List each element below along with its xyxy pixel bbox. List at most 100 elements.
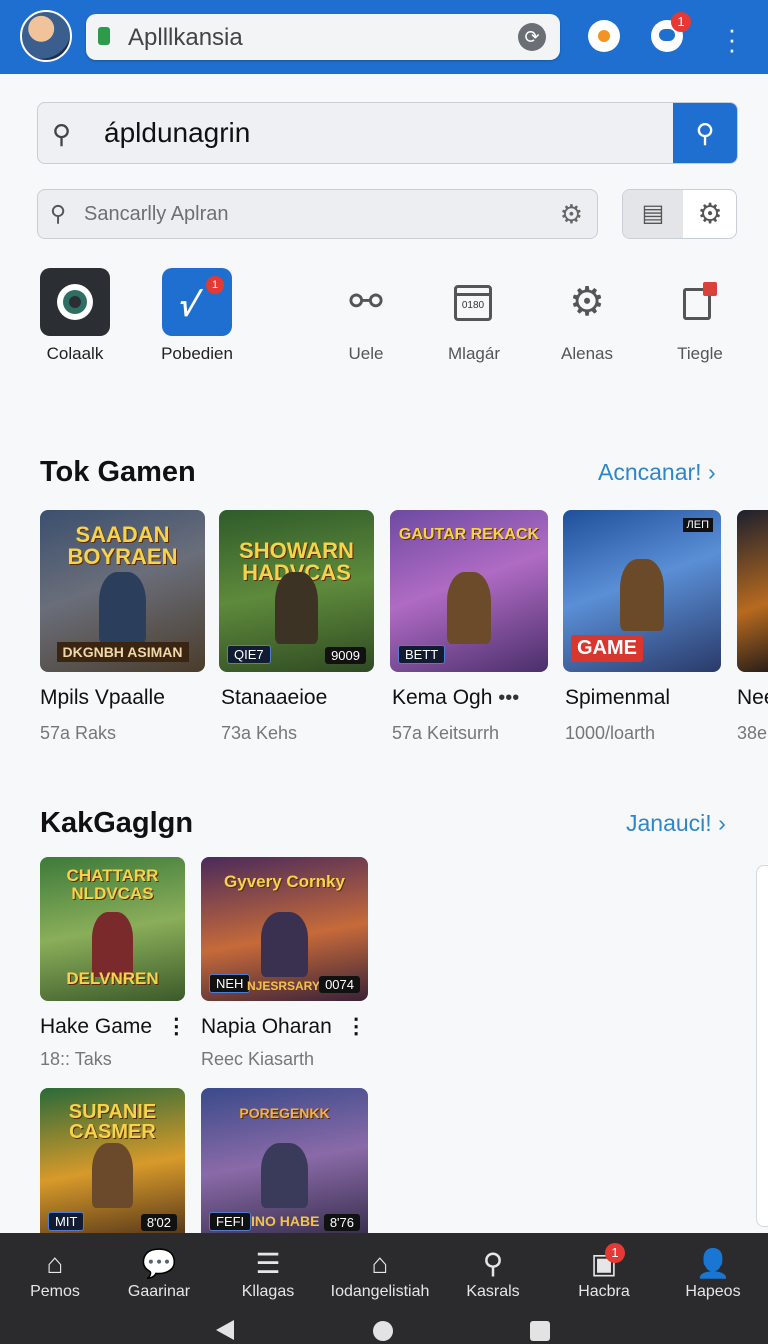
game-thumbnail: CHATTARR NLDVCAS DELVNREN <box>40 857 185 1001</box>
shortcut-badge: 1 <box>206 276 224 294</box>
list-icon: ☰ <box>255 1248 281 1279</box>
game-thumbnail: Gyvery Cornky NEH NJESRSARY 0074 <box>201 857 368 1001</box>
game-card[interactable]: SUPANIE CASMER MIT 8'02 <box>40 1088 185 1233</box>
home-button-icon[interactable] <box>373 1321 393 1341</box>
back-icon[interactable] <box>216 1320 234 1340</box>
address-bar[interactable]: Aplllkansia ⟳ <box>86 14 560 60</box>
view-toggle-group: ▤ ⚙ <box>622 189 737 239</box>
game-card[interactable]: Nee 38e <box>737 510 768 743</box>
shortcut-label: Colaalk <box>46 344 104 363</box>
game-card[interactable]: GAME ЛЕП Spimenmal 1000/loarth <box>563 510 721 743</box>
gear-icon: ⚙ <box>569 280 605 324</box>
game-subtitle: 38e <box>737 723 768 743</box>
nav-item-kasrals[interactable]: ⚲ Kasrals <box>438 1233 548 1311</box>
more-menu-icon[interactable]: · · · <box>726 16 738 62</box>
search-submit-button[interactable]: ⚲ <box>673 103 737 163</box>
search-icon: ⚲ <box>52 119 72 149</box>
shortcut-mlagar[interactable]: 0180 Mlagár <box>419 268 529 364</box>
more-options-icon[interactable]: ⋮ <box>166 1015 187 1038</box>
game-title: Mpils Vpaalle <box>40 686 165 709</box>
game-card[interactable]: SHOWARN HADVCAS QIE7 9009 Stanaaeioe 73a… <box>219 510 374 743</box>
game-thumbnail: POREGENKK FEFI INO HABE 8'76 <box>201 1088 368 1233</box>
game-thumbnail: GAUTAR REKACK BETT <box>390 510 548 672</box>
nav-item-kllagas[interactable]: ☰ Kllagas <box>213 1233 323 1311</box>
bottom-navigation: ⌂ Pemos 💬 Gaarinar ☰ Kllagas ⌂ Iodangeli… <box>0 1233 768 1311</box>
nav-item-iodangelistiah[interactable]: ⌂ Iodangelistiah <box>322 1233 438 1311</box>
nav-item-hacbra[interactable]: ▣ 1 Hacbra <box>549 1233 659 1311</box>
settings-gear-icon[interactable]: ⚙ <box>683 190 736 238</box>
main-search-bar[interactable]: ⚲ ápldunagrin ⚲ <box>37 102 738 164</box>
link-icon: ⚯ <box>349 280 383 324</box>
game-title: Hake Game ⋮ <box>40 1015 187 1038</box>
top-app-bar: Aplllkansia ⟳ 1 · · · <box>0 0 768 74</box>
game-card[interactable]: Gyvery Cornky NEH NJESRSARY 0074 Napia O… <box>201 857 368 1069</box>
shortcut-colaalk[interactable]: Colaalk <box>20 268 130 364</box>
home-icon: ⌂ <box>46 1248 64 1279</box>
game-title: Spimenmal <box>565 686 671 709</box>
chat-icon[interactable]: 1 <box>651 12 691 52</box>
more-options-icon[interactable]: ••• <box>498 687 519 709</box>
game-card[interactable]: SAADAN BOYRAEN DKGNBH ASIMAN Mpils Vpaal… <box>40 510 205 743</box>
section-title-kakgaglgn: KakGaglgn <box>40 807 194 839</box>
clipboard-icon[interactable]: ▤ <box>623 190 683 238</box>
nav-item-hapeos[interactable]: 👤 Hapeos <box>658 1233 768 1311</box>
more-options-icon[interactable]: ⋮ <box>346 1015 367 1038</box>
game-card[interactable]: POREGENKK FEFI INO HABE 8'76 <box>201 1088 368 1233</box>
game-thumbnail <box>737 510 768 672</box>
see-all-link-top-games[interactable]: Acncanar! › <box>598 459 716 486</box>
section-title-top-games: Tok Gamen <box>40 456 196 488</box>
game-card[interactable]: GAUTAR REKACK BETT Kema Ogh ••• 57a Keit… <box>390 510 548 743</box>
game-title: Kema Ogh ••• <box>392 686 520 709</box>
shortcut-uele[interactable]: ⚯ Uele <box>311 268 421 364</box>
search-placeholder: Sancarlly Aplran <box>84 203 229 225</box>
game-thumbnail: SHOWARN HADVCAS QIE7 9009 <box>219 510 374 672</box>
game-title: Nee <box>737 686 768 709</box>
calendar-icon: 0180 <box>439 268 509 336</box>
shortcut-label: Alenas <box>561 344 613 363</box>
nav-badge: 1 <box>605 1243 625 1263</box>
game-title: Stanaaeioe <box>221 686 328 709</box>
shortcut-label: Uele <box>348 344 384 363</box>
game-subtitle: 18:: Taks <box>40 1049 112 1069</box>
status-dot-icon[interactable] <box>588 20 620 52</box>
game-subtitle: Reec Kiasarth <box>201 1049 315 1069</box>
edit-document-icon <box>665 268 735 336</box>
person-icon: 👤 <box>695 1248 731 1279</box>
shortcut-tiegle[interactable]: Tiegle <box>645 268 755 364</box>
secondary-search-field[interactable]: ⚲ Sancarlly Aplran ⚙ <box>37 189 598 239</box>
search-input[interactable]: ápldunagrin <box>104 117 250 149</box>
nav-item-gaarinar[interactable]: 💬 Gaarinar <box>104 1233 214 1311</box>
shortcut-alenas[interactable]: ⚙ Alenas <box>532 268 642 364</box>
gear-icon[interactable]: ⚙ <box>560 199 583 230</box>
shortcut-label: Mlagár <box>448 344 500 363</box>
notification-badge: 1 <box>671 12 691 32</box>
search-icon: ⚲ <box>482 1248 504 1279</box>
game-subtitle: 57a Keitsurrh <box>392 723 500 743</box>
game-title: Napia Oharan ⋮ <box>201 1015 367 1038</box>
chevron-right-icon: › <box>718 810 726 836</box>
avatar[interactable] <box>20 10 72 62</box>
message-icon: ▣ 1 <box>549 1243 659 1281</box>
address-text: Aplllkansia <box>128 24 243 51</box>
chevron-right-icon: › <box>707 459 716 485</box>
refresh-icon[interactable]: ⟳ <box>518 23 546 51</box>
game-subtitle: 1000/loarth <box>565 723 656 743</box>
app-badge-icon: √ 1 <box>162 268 232 336</box>
game-thumbnail: SUPANIE CASMER MIT 8'02 <box>40 1088 185 1233</box>
game-card[interactable]: CHATTARR NLDVCAS DELVNREN Hake Game ⋮ 18… <box>40 857 187 1069</box>
lock-icon <box>98 27 110 45</box>
see-all-link-kakgaglgn[interactable]: Janauci! › <box>626 810 726 837</box>
game-subtitle: 57a Raks <box>40 723 117 743</box>
recents-icon[interactable] <box>530 1321 550 1341</box>
side-panel-edge <box>756 865 768 1227</box>
nav-item-pemos[interactable]: ⌂ Pemos <box>0 1233 110 1311</box>
shortcut-label: Tiegle <box>677 344 723 363</box>
game-thumbnail: SAADAN BOYRAEN DKGNBH ASIMAN <box>40 510 205 672</box>
shortcut-pobedien[interactable]: √ 1 Pobedien <box>142 268 252 364</box>
shortcut-label: Pobedien <box>161 344 233 363</box>
search-icon: ⚲ <box>50 201 67 226</box>
game-thumbnail: GAME ЛЕП <box>563 510 721 672</box>
system-navigation-bar <box>0 1311 768 1344</box>
home-icon: ⌂ <box>371 1248 389 1279</box>
game-subtitle: 73a Kehs <box>221 723 298 743</box>
